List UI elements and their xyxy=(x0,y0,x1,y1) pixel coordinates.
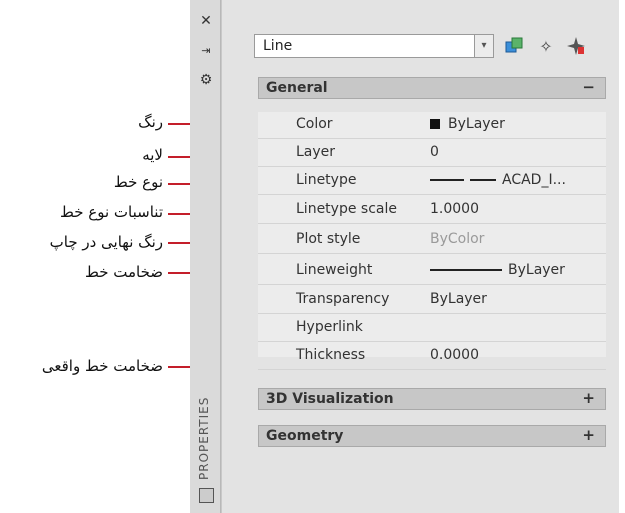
settings-icon[interactable]: ⚙ xyxy=(198,72,214,88)
property-row-lineweight[interactable]: Lineweight ByLayer xyxy=(258,257,606,285)
annotation-label: ضخامت خط واقعی xyxy=(41,357,163,375)
annotation-label: تناسبات نوع خط xyxy=(60,203,163,221)
annotation-label: نوع خط xyxy=(113,173,163,191)
annotation-label: رنگ xyxy=(138,113,163,131)
property-row-linetype-scale[interactable]: Linetype scale 1.0000 xyxy=(258,196,606,224)
autohide-icon[interactable]: ⇥ xyxy=(198,43,214,59)
section-3d-visualization-label: 3D Visualization xyxy=(266,391,394,407)
section-general-header[interactable]: General − xyxy=(258,77,606,99)
property-row-plot-style[interactable]: Plot style ByColor xyxy=(258,226,606,254)
property-value[interactable]: 0 xyxy=(430,144,439,160)
annotation-label: ضخامت خط xyxy=(84,263,163,281)
property-key: Linetype scale xyxy=(296,201,397,217)
toggle-pickadd-icon[interactable] xyxy=(503,36,525,58)
quick-select-icon[interactable] xyxy=(565,36,587,58)
object-selector-value: Line xyxy=(263,38,293,54)
annotation-label: لایه xyxy=(142,146,163,164)
property-row-transparency[interactable]: Transparency ByLayer xyxy=(258,286,606,314)
property-key: Thickness xyxy=(296,347,366,363)
property-key: Color xyxy=(296,116,333,132)
property-key: Layer xyxy=(296,144,336,160)
property-key: Linetype xyxy=(296,172,357,188)
color-swatch-icon xyxy=(430,119,440,129)
palette-corner-icon[interactable] xyxy=(199,488,214,503)
property-key: Lineweight xyxy=(296,262,373,278)
property-value[interactable]: ACAD_I... xyxy=(430,172,566,188)
linetype-preview xyxy=(470,179,496,181)
close-icon[interactable]: ✕ xyxy=(198,13,214,29)
property-key: Transparency xyxy=(296,291,390,307)
property-value[interactable]: 1.0000 xyxy=(430,201,479,217)
property-row-layer[interactable]: Layer 0 xyxy=(258,139,606,167)
chevron-down-icon[interactable]: ▾ xyxy=(474,35,493,57)
select-objects-icon[interactable]: ✧ xyxy=(535,36,557,58)
property-value[interactable]: ByLayer xyxy=(430,262,565,278)
expand-icon[interactable]: + xyxy=(582,389,595,407)
property-value: ByColor xyxy=(430,231,485,247)
property-key: Plot style xyxy=(296,231,361,247)
lineweight-preview xyxy=(430,269,502,271)
annotation-label: رنگ نهایی در چاپ xyxy=(49,233,163,251)
collapse-icon[interactable]: − xyxy=(582,78,595,96)
section-general-label: General xyxy=(266,80,328,96)
palette-title: PROPERTIES xyxy=(197,396,211,480)
linetype-preview xyxy=(430,179,464,181)
object-selector-dropdown[interactable]: Line ▾ xyxy=(254,34,494,58)
expand-icon[interactable]: + xyxy=(582,426,595,444)
property-row-thickness[interactable]: Thickness 0.0000 xyxy=(258,342,606,370)
property-row-linetype[interactable]: Linetype ACAD_I... xyxy=(258,167,606,195)
property-value[interactable]: ByLayer xyxy=(430,116,505,132)
property-value[interactable]: ByLayer xyxy=(430,291,487,307)
section-geometry-label: Geometry xyxy=(266,428,344,444)
property-key: Hyperlink xyxy=(296,319,363,335)
section-3d-visualization-header[interactable]: 3D Visualization + xyxy=(258,388,606,410)
section-geometry-header[interactable]: Geometry + xyxy=(258,425,606,447)
property-row-color[interactable]: Color ByLayer xyxy=(258,111,606,139)
property-value[interactable]: 0.0000 xyxy=(430,347,479,363)
property-row-hyperlink[interactable]: Hyperlink xyxy=(258,314,606,342)
